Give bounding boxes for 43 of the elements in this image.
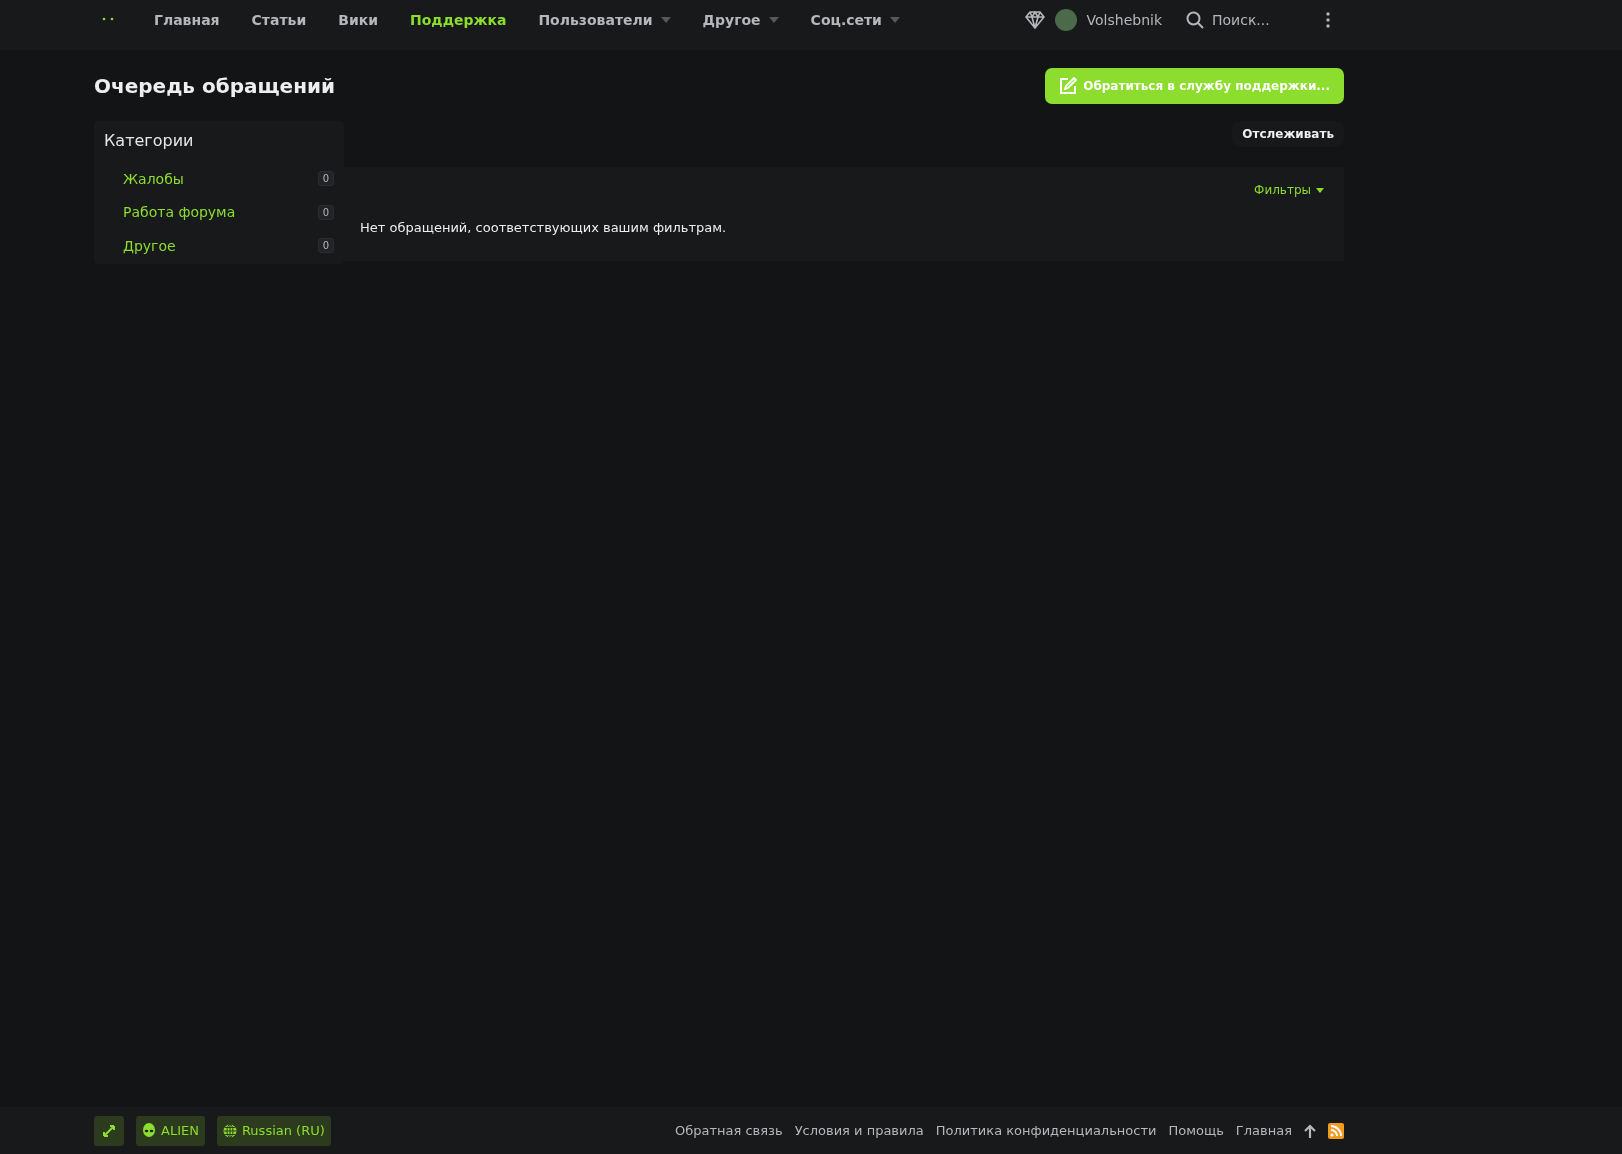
caret-icon[interactable] [660, 17, 671, 23]
language-button[interactable]: Russian (RU) [216, 1115, 331, 1146]
diamond-icon[interactable] [1024, 11, 1045, 29]
up-arrow-icon[interactable] [1304, 1123, 1316, 1138]
footer-link[interactable]: Условия и правила [794, 1123, 924, 1138]
nav-tab[interactable]: Главная [138, 12, 236, 28]
footer-link[interactable]: Политика конфиденциальности [935, 1123, 1157, 1138]
footer-link[interactable]: Обратная связь [675, 1123, 783, 1138]
style-button[interactable]: ALIEN [136, 1115, 205, 1146]
nav-tab[interactable]: Статьи [235, 12, 323, 28]
edit-icon [1059, 77, 1078, 95]
nav-tab[interactable]: Соц.сети [794, 12, 916, 28]
alien-icon [142, 1123, 156, 1138]
more-icon[interactable] [1326, 12, 1330, 28]
footer-link[interactable]: Главная [1235, 1123, 1292, 1138]
nav-tab[interactable]: Другое [686, 12, 795, 28]
category-link[interactable]: Работа форума [123, 204, 236, 221]
caret-icon [1316, 187, 1324, 193]
logo-icon[interactable] [102, 17, 114, 23]
page-title: Очередь обращений [94, 74, 335, 98]
filters-button[interactable]: Фильтры [1250, 183, 1328, 197]
count-badge: 0 [317, 204, 334, 220]
empty-message: Нет обращений, соответствующих вашим фильтрам. [360, 220, 728, 235]
footer-link[interactable]: Помощь [1168, 1123, 1224, 1138]
search-field[interactable]: Поиск... [1212, 12, 1282, 28]
sidebar-title: Категории [104, 131, 195, 150]
category-link[interactable]: Жалобы [123, 170, 184, 187]
rss-icon[interactable] [1328, 1122, 1344, 1139]
expand-button[interactable] [94, 1115, 124, 1146]
nav-tab[interactable]: Поддержка [394, 12, 523, 28]
globe-icon [222, 1123, 237, 1138]
expand-icon [103, 1124, 115, 1137]
nav-tab[interactable]: Пользователи [522, 12, 687, 28]
username-link[interactable]: Volshebnik [1086, 12, 1162, 28]
caret-icon[interactable] [889, 17, 900, 23]
count-badge: 0 [317, 171, 334, 187]
caret-icon[interactable] [768, 17, 779, 23]
count-badge: 0 [317, 238, 334, 254]
watch-button[interactable]: Отслеживать [1232, 121, 1344, 147]
nav-tab[interactable]: Вики [322, 12, 394, 28]
category-link[interactable]: Другое [123, 237, 176, 254]
search-icon [1186, 11, 1204, 29]
avatar-icon[interactable] [1054, 9, 1077, 31]
